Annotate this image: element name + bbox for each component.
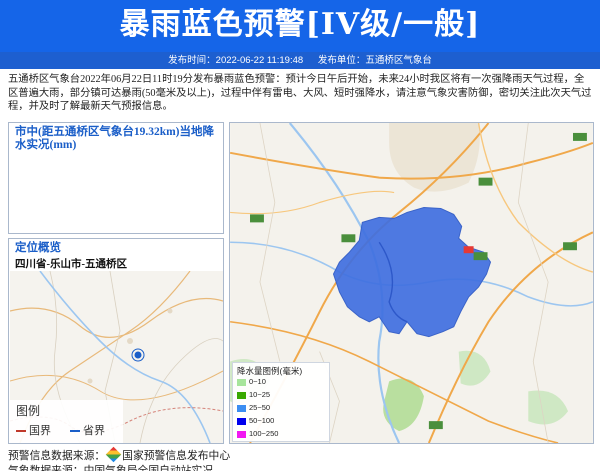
alert-banner: 暴雨蓝色预警[IV级/一般] [0, 0, 600, 52]
publish-time: 发布时间：2022-06-22 11:19:48 [168, 55, 304, 66]
rainfall-legend-title: 降水量图例(毫米) [237, 366, 303, 376]
rainfall-legend-item: 25~50 [237, 403, 270, 412]
legend-province-border: 省界 [70, 422, 105, 438]
meta-bar: 发布时间：2022-06-22 11:19:48 发布单位：五通桥区气象台 [0, 52, 600, 69]
boundary-legend: 图例 国界 省界 [10, 400, 123, 443]
rainfall-swatch-icon [237, 378, 246, 386]
location-panel-title: 定位概览 [15, 242, 61, 254]
rainfall-legend-item: 0~10 [237, 377, 266, 386]
rainfall-swatch-icon [237, 417, 246, 425]
province-border-line-icon [70, 430, 80, 433]
rainfall-legend-item: 100~250 [237, 429, 278, 438]
legend-title: 图例 [16, 404, 41, 418]
alert-title: 暴雨蓝色预警[IV级/一般] [119, 7, 481, 42]
alert-body: 五通桥区气象台2022年06月22日11时19分发布暴雨蓝色预警：预计今日午后开… [8, 74, 592, 113]
footer-source: 预警信息数据来源： 国家预警信息发布中心 [8, 446, 230, 463]
rainfall-swatch-icon [237, 391, 246, 399]
rainfall-legend: 降水量图例(毫米) 0~10 10~25 25~50 50~100 100~25… [232, 362, 330, 442]
rainfall-swatch-icon [237, 404, 246, 412]
rain-observation-panel: 市中(距五通桥区气象台19.32km)当地降水实况(mm) [8, 122, 224, 234]
warning-center-logo-icon [105, 446, 122, 463]
publisher: 发布单位：五通桥区气象台 [317, 55, 432, 66]
footer-data-source: 气象数据来源：中国气象局全国自动站实况 [8, 465, 214, 471]
rainfall-legend-item: 50~100 [237, 416, 274, 425]
rain-panel-title: 市中(距五通桥区气象台19.32km)当地降水实况(mm) [15, 126, 215, 151]
national-border-line-icon [16, 430, 26, 433]
legend-national-border: 国界 [16, 422, 51, 438]
footer-source-name[interactable]: 国家预警信息发布中心 [122, 450, 230, 462]
location-name: 四川省-乐山市-五通桥区 [15, 259, 127, 270]
footer-source-prefix: 预警信息数据来源： [8, 450, 106, 462]
rainfall-legend-item: 10~25 [237, 390, 270, 399]
rainfall-swatch-icon [237, 430, 246, 438]
